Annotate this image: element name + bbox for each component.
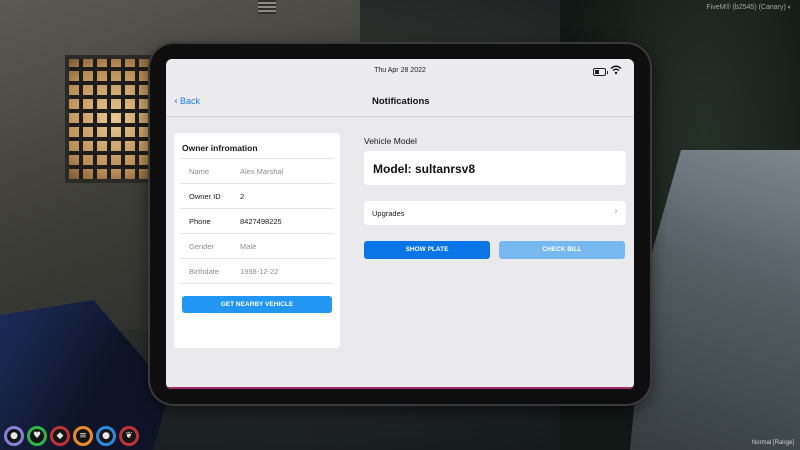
owner-row-phone: Phone 8427498225 <box>180 208 334 233</box>
status-bar: Thu Apr 28 2022 <box>166 59 634 83</box>
get-nearby-vehicle-button[interactable]: GET NEARBY VEHICLE <box>182 296 332 313</box>
water-drop-icon: ● <box>96 426 116 446</box>
back-label: Back <box>180 96 201 106</box>
chevron-left-icon: ‹ <box>174 96 178 107</box>
vehicle-model-text: Model: sultanrsv8 <box>373 162 476 176</box>
owner-row-value: Male <box>240 241 257 251</box>
owner-row-id: Owner ID 2 <box>180 183 334 208</box>
burger-icon: ≡ <box>73 426 93 446</box>
owner-row-gender: Gender Male <box>180 233 334 258</box>
shield-icon: ◆ <box>50 426 70 446</box>
heart-icon: ♥ <box>27 426 47 446</box>
vehicle-model-heading: Vehicle Model <box>364 136 417 146</box>
battery-icon <box>593 68 608 76</box>
tablet-device: Thu Apr 28 2022 ‹ Back Notifications Owne… <box>150 44 650 404</box>
microphone-icon: ● <box>4 426 24 446</box>
upgrades-row[interactable]: Upgrades › <box>364 201 626 225</box>
page-title: Notifications <box>372 96 430 107</box>
owner-info-card: Owner infromation Name Alex Marshal Owne… <box>174 133 340 348</box>
owner-card-title: Owner infromation <box>182 143 258 153</box>
back-button[interactable]: ‹ Back <box>174 96 200 107</box>
status-date: Thu Apr 28 2022 <box>374 67 426 74</box>
barred-window <box>65 55 163 183</box>
owner-row-birthdate: Birthdate 1998-12-22 <box>180 258 334 284</box>
fivem-version-label: FiveM® (b2545) (Canary) ◐ <box>706 4 792 11</box>
check-bill-button[interactable]: CHECK BILL <box>499 241 625 259</box>
chevron-right-icon: › <box>614 206 618 217</box>
owner-row-label: Name <box>189 166 210 176</box>
upgrades-label: Upgrades <box>372 209 405 218</box>
navigation-bar: ‹ Back Notifications <box>166 83 634 117</box>
owner-row-label: Gender <box>189 241 215 251</box>
show-plate-button[interactable]: SHOW PLATE <box>364 241 490 259</box>
owner-info-list: Name Alex Marshal Owner ID 2 Phone 84274… <box>180 158 334 284</box>
owner-row-label: Owner ID <box>189 191 221 201</box>
owner-row-value: 2 <box>240 191 245 201</box>
voice-range-label: Normal [Range] <box>751 440 794 446</box>
tablet-screen: Thu Apr 28 2022 ‹ Back Notifications Owne… <box>166 59 634 389</box>
owner-row-name: Name Alex Marshal <box>180 158 334 183</box>
status-hud: ● ♥ ◆ ≡ ● ❦ <box>4 426 139 446</box>
wifi-icon <box>610 65 622 75</box>
owner-row-value: Alex Marshal <box>240 166 284 176</box>
wall-vent <box>258 0 276 14</box>
screen-bottom-accent <box>166 387 634 389</box>
owner-row-label: Phone <box>189 216 211 226</box>
owner-row-label: Birthdate <box>189 266 220 276</box>
owner-row-value: 1998-12-22 <box>240 266 279 276</box>
brain-icon: ❦ <box>119 426 139 446</box>
owner-row-value: 8427498225 <box>240 216 282 226</box>
vehicle-model-card: Model: sultanrsv8 <box>364 151 626 185</box>
